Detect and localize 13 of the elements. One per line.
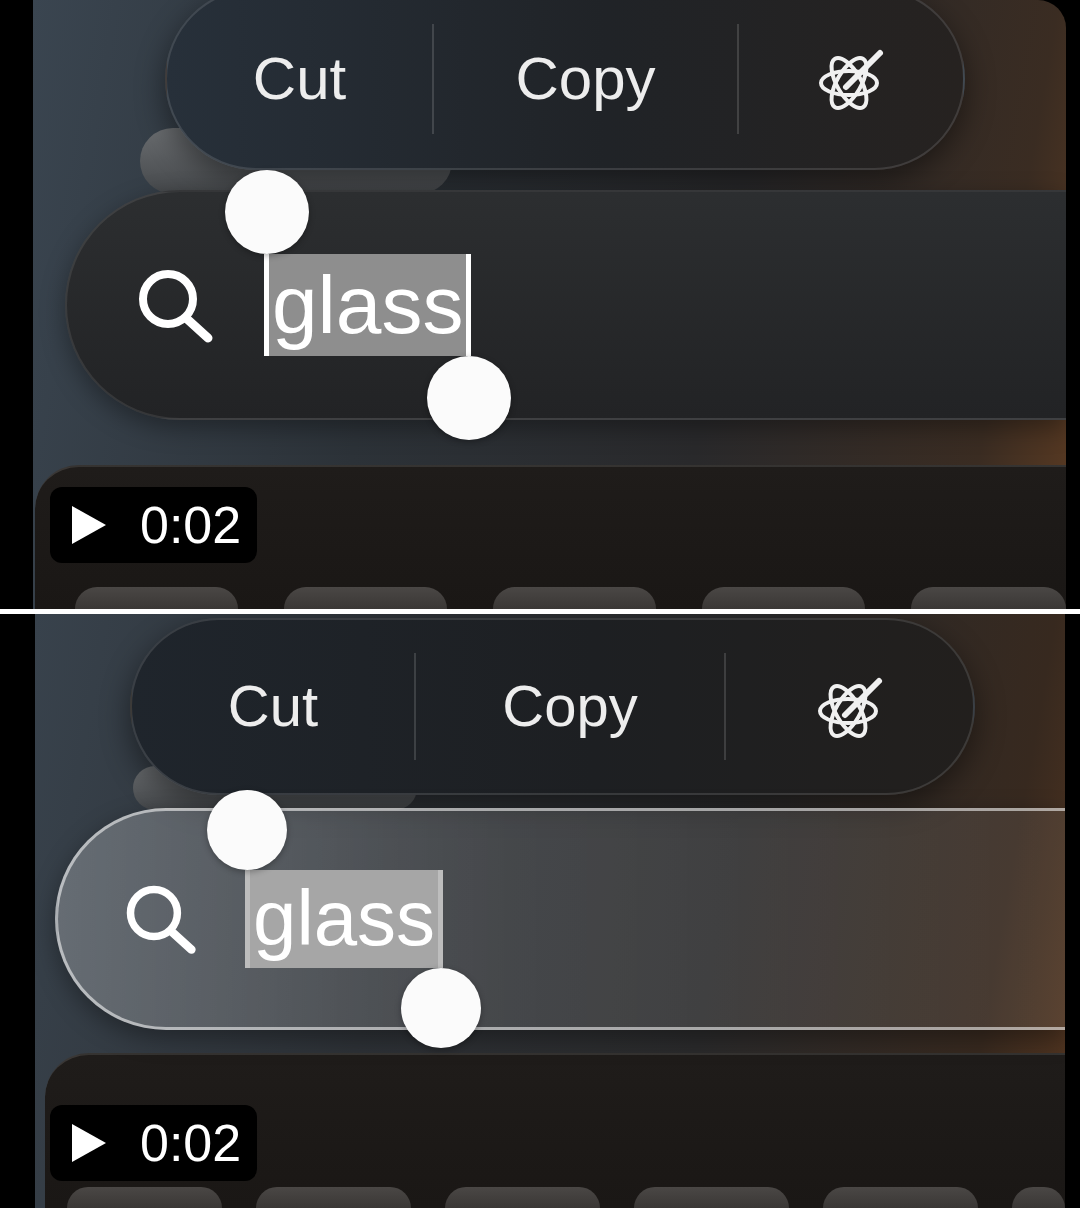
duration-text: 0:02: [140, 1117, 242, 1169]
play-icon: [72, 1124, 106, 1162]
search-text: glass: [264, 253, 472, 357]
keycap: [1012, 1187, 1065, 1208]
search-text: glass: [245, 870, 444, 968]
selection-handle[interactable]: [401, 967, 482, 1048]
play-icon: [72, 506, 106, 544]
menu-button[interactable]: Cut: [248, 44, 351, 114]
menu-button[interactable]: Copy: [511, 44, 660, 114]
duration-text: 0:02: [140, 499, 242, 551]
selection-handle[interactable]: [207, 790, 287, 871]
menu-button[interactable]: Copy: [498, 673, 642, 740]
menu-button[interactable]: Cut: [223, 673, 323, 740]
